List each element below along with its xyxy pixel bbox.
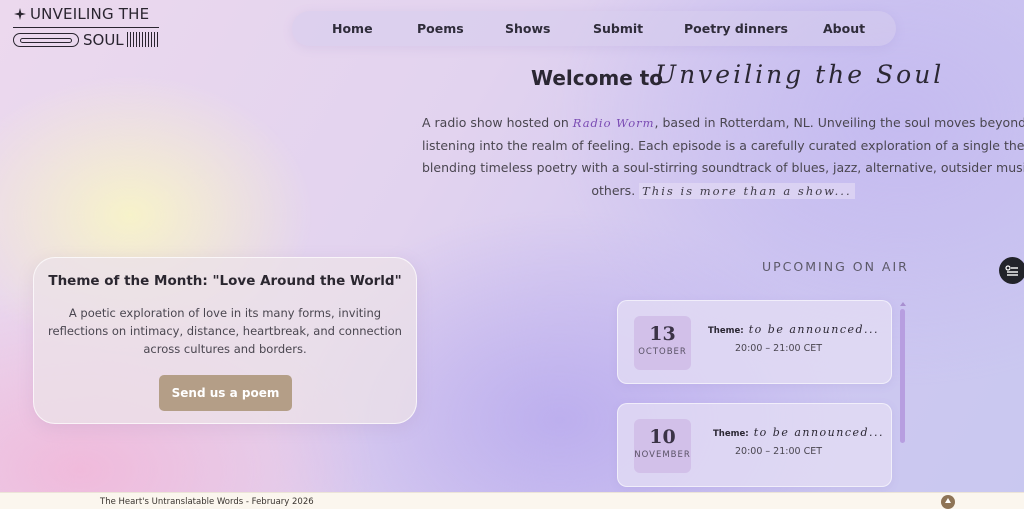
nav-home[interactable]: Home	[332, 21, 373, 36]
hero-script-title: Unveiling the Soul	[655, 60, 945, 89]
footer-text: The Heart's Untranslatable Words - Febru…	[100, 497, 314, 507]
date-day: 13	[649, 323, 676, 345]
footer-bar: The Heart's Untranslatable Words - Febru…	[0, 492, 1024, 509]
show-time: 20:00 – 21:00 CET	[735, 446, 823, 457]
date-badge: 10 NOVEMBER	[634, 419, 691, 473]
upcoming-heading: UPCOMING ON AIR	[762, 259, 909, 274]
hero-line-3: blending timeless poetry with a soul-sti…	[422, 160, 1024, 175]
side-filter-button[interactable]	[999, 257, 1024, 284]
show-card[interactable]: 13 OCTOBER Theme: to be announced... 20:…	[617, 300, 892, 384]
nav-poetry-dinners[interactable]: Poetry dinners	[684, 21, 788, 36]
logo-pill-graphic	[13, 33, 79, 47]
theme-value: to be announced...	[748, 323, 880, 336]
logo-text-line1: UNVEILING THE	[30, 5, 150, 23]
theme-value: to be announced...	[753, 426, 885, 439]
logo-text-line2: SOUL	[83, 31, 124, 49]
hero-line-1: A radio show hosted on Radio Worm, based…	[422, 112, 1024, 135]
hero-line-4: others. This is more than a show...	[422, 180, 1024, 203]
theme-card-description: A poetic exploration of love in its many…	[48, 306, 402, 356]
site-logo[interactable]: UNVEILING THE SOUL	[13, 5, 163, 49]
hero-heading: Welcome to Unveiling the Soul	[531, 60, 941, 90]
date-day: 10	[649, 426, 676, 448]
show-time: 20:00 – 21:00 CET	[735, 343, 823, 354]
logo-rule	[13, 27, 159, 28]
show-theme: Theme: to be announced...	[708, 318, 879, 337]
theme-label: Theme:	[708, 326, 744, 336]
date-month: OCTOBER	[638, 347, 687, 357]
filter-settings-icon	[1005, 265, 1018, 276]
show-card[interactable]: 10 NOVEMBER Theme: to be announced... 20…	[617, 403, 892, 487]
welcome-text: Welcome to	[531, 66, 664, 90]
hero-script-tagline: This is more than a show...	[639, 182, 855, 199]
hero-text: others.	[591, 182, 640, 198]
theme-card-title: Theme of the Month: "Love Around the Wor…	[48, 273, 402, 289]
nav-poems[interactable]: Poems	[417, 21, 464, 36]
star-icon	[14, 8, 26, 20]
nav-submit[interactable]: Submit	[593, 21, 643, 36]
barcode-graphic	[127, 32, 159, 47]
hero-text: , based in Rotterdam, NL. Unveiling the …	[654, 115, 1024, 130]
scrollbar-thumb[interactable]	[900, 309, 905, 443]
send-poem-button[interactable]: Send us a poem	[159, 375, 292, 411]
nav-about[interactable]: About	[823, 21, 865, 36]
show-theme: Theme: to be announced...	[713, 421, 884, 440]
date-badge: 13 OCTOBER	[634, 316, 691, 370]
nav-shows[interactable]: Shows	[505, 21, 550, 36]
radio-worm-link[interactable]: Radio Worm	[573, 116, 655, 130]
hero-text: A radio show hosted on	[422, 115, 573, 130]
theme-of-month-card: Theme of the Month: "Love Around the Wor…	[33, 257, 417, 424]
scroll-up-arrow[interactable]	[900, 302, 906, 306]
date-month: NOVEMBER	[634, 450, 691, 460]
theme-label: Theme:	[713, 429, 749, 439]
hero-description: A radio show hosted on Radio Worm, based…	[422, 112, 1024, 202]
hero-line-2: listening into the realm of feeling. Eac…	[422, 137, 1024, 153]
arrow-up-icon[interactable]	[941, 495, 955, 509]
main-nav: Home Poems Shows Submit Poetry dinners A…	[292, 11, 896, 46]
